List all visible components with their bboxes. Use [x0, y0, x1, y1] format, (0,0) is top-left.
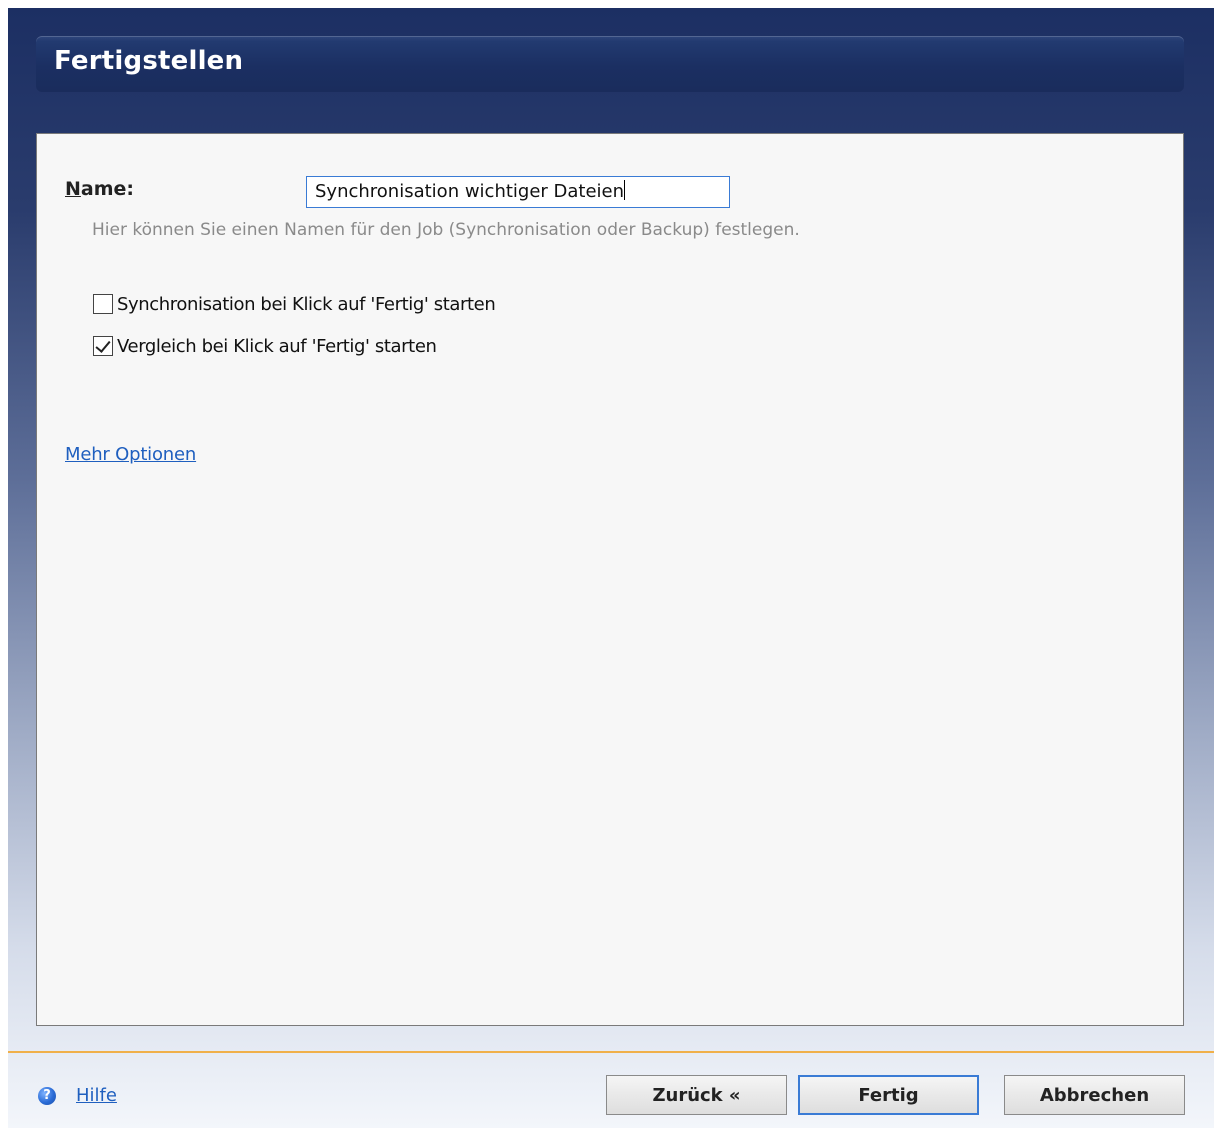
more-options-link[interactable]: Mehr Optionen: [65, 444, 196, 465]
start-compare-label[interactable]: Vergleich bei Klick auf 'Fertig' starten: [117, 336, 437, 357]
header-bar: Fertigstellen: [36, 36, 1184, 92]
wizard-window: Fertigstellen Name: Synchronisation wich…: [8, 8, 1214, 1128]
text-caret: [624, 180, 626, 200]
finish-button[interactable]: Fertig: [798, 1075, 979, 1115]
name-input[interactable]: Synchronisation wichtiger Dateien: [306, 176, 730, 208]
name-label-rest: ame:: [80, 178, 135, 200]
page-title: Fertigstellen: [54, 46, 244, 76]
help-area[interactable]: ? Hilfe: [38, 1085, 117, 1106]
start-compare-checkbox[interactable]: [93, 336, 113, 356]
name-label: Name:: [65, 178, 134, 200]
name-input-value: Synchronisation wichtiger Dateien: [315, 181, 625, 202]
name-label-mnemonic: N: [65, 178, 81, 200]
back-button[interactable]: Zurück «: [606, 1075, 787, 1115]
option-start-sync[interactable]: Synchronisation bei Klick auf 'Fertig' s…: [93, 292, 496, 316]
content-panel: Name: Synchronisation wichtiger Dateien …: [36, 133, 1184, 1026]
start-sync-checkbox[interactable]: [93, 294, 113, 314]
option-start-compare[interactable]: Vergleich bei Klick auf 'Fertig' starten: [93, 334, 437, 358]
name-hint: Hier können Sie einen Namen für den Job …: [92, 220, 800, 240]
start-sync-label[interactable]: Synchronisation bei Klick auf 'Fertig' s…: [117, 294, 496, 315]
help-icon[interactable]: ?: [38, 1086, 56, 1105]
help-link[interactable]: Hilfe: [76, 1085, 117, 1106]
cancel-button[interactable]: Abbrechen: [1004, 1075, 1185, 1115]
footer-divider: [8, 1051, 1214, 1053]
